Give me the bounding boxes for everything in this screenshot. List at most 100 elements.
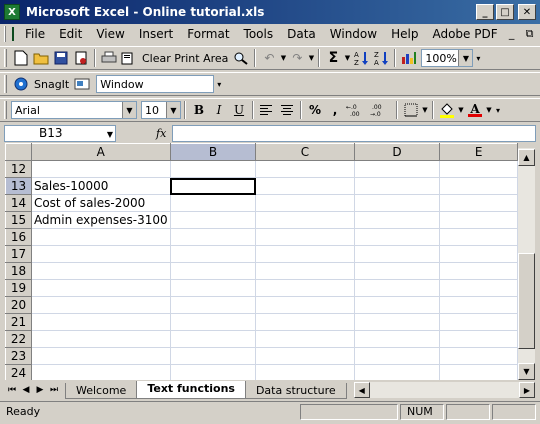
undo-icon[interactable]: ↶	[259, 48, 279, 68]
toolbar-options-icon[interactable]: ▾	[214, 74, 224, 94]
cell-d14[interactable]	[353, 194, 441, 212]
italic-button[interactable]: I	[209, 100, 229, 120]
insert-function-icon[interactable]: fx	[156, 127, 166, 140]
minimize-button[interactable]: _	[476, 4, 494, 20]
doc-restore-button[interactable]: ⧉	[523, 27, 537, 41]
prev-sheet-icon[interactable]: ◀	[19, 382, 33, 398]
save-icon[interactable]	[51, 48, 71, 68]
cell-d17[interactable]	[353, 245, 441, 263]
cell-e23[interactable]	[439, 347, 518, 365]
cell-e16[interactable]	[439, 228, 518, 246]
cell-e13[interactable]	[439, 177, 518, 195]
first-sheet-icon[interactable]: ⏮	[5, 382, 19, 398]
menu-edit[interactable]: Edit	[52, 27, 89, 41]
font-color-dropdown-icon[interactable]: ▼	[485, 100, 493, 120]
column-header-c[interactable]: C	[255, 143, 355, 161]
cell-a16[interactable]	[30, 228, 171, 246]
menu-data[interactable]: Data	[280, 27, 323, 41]
cell-b14[interactable]	[169, 194, 257, 212]
cell-b18[interactable]	[169, 262, 257, 280]
cell-b23[interactable]	[169, 347, 257, 365]
menu-view[interactable]: View	[89, 27, 131, 41]
cell-e21[interactable]	[439, 313, 518, 331]
cell-a19[interactable]	[30, 279, 171, 297]
redo-dropdown-icon[interactable]: ▼	[307, 48, 315, 68]
toolbar-grip[interactable]	[4, 26, 6, 42]
name-box[interactable]: B13 ▼	[4, 125, 116, 142]
cell-a18[interactable]	[30, 262, 171, 280]
row-header[interactable]: 17	[5, 245, 32, 263]
scroll-left-icon[interactable]: ◀	[353, 382, 370, 398]
cell-c22[interactable]	[255, 330, 355, 348]
row-header[interactable]: 24	[5, 364, 32, 380]
cell-e20[interactable]	[439, 296, 518, 314]
doc-minimize-button[interactable]: _	[505, 27, 519, 41]
select-all-corner[interactable]	[5, 143, 32, 161]
active-cell-b13[interactable]	[169, 177, 257, 195]
menu-format[interactable]: Format	[180, 27, 236, 41]
last-sheet-icon[interactable]: ⏭	[47, 382, 61, 398]
cell-b22[interactable]	[169, 330, 257, 348]
decrease-decimal-button[interactable]: .00 →.0	[369, 100, 393, 120]
cell-d23[interactable]	[353, 347, 441, 365]
sheet-tab-text-functions[interactable]: Text functions	[136, 381, 246, 399]
sheet-tab-welcome[interactable]: Welcome	[65, 383, 138, 399]
cell-b12[interactable]	[169, 160, 257, 178]
cell-a12[interactable]	[30, 160, 171, 178]
menu-insert[interactable]: Insert	[132, 27, 180, 41]
cell-d20[interactable]	[353, 296, 441, 314]
cell-c20[interactable]	[255, 296, 355, 314]
row-header[interactable]: 15	[5, 211, 32, 229]
percent-style-button[interactable]: %	[305, 100, 325, 120]
cell-e24[interactable]	[439, 364, 518, 380]
toolbar-options-icon[interactable]: ▾	[473, 48, 483, 68]
sheet-tab-data-structure[interactable]: Data structure	[244, 383, 347, 399]
cell-e12[interactable]	[439, 160, 518, 178]
scroll-down-icon[interactable]: ▼	[518, 363, 535, 380]
scroll-up-icon[interactable]: ▲	[518, 149, 535, 166]
chevron-down-icon[interactable]: ▼	[122, 102, 136, 118]
magnifier-icon[interactable]	[231, 48, 251, 68]
cell-a21[interactable]	[30, 313, 171, 331]
cell-c13[interactable]	[255, 177, 355, 195]
autosum-icon[interactable]: Σ	[323, 48, 343, 68]
cell-c21[interactable]	[255, 313, 355, 331]
clear-print-area-button[interactable]: Clear Print Area	[139, 52, 231, 65]
cell-d22[interactable]	[353, 330, 441, 348]
align-left-icon[interactable]	[257, 100, 277, 120]
toolbar-options-icon[interactable]: ▾	[493, 100, 503, 120]
cell-a22[interactable]	[30, 330, 171, 348]
fill-color-dropdown-icon[interactable]: ▼	[457, 100, 465, 120]
cell-d16[interactable]	[353, 228, 441, 246]
print-icon[interactable]	[99, 48, 119, 68]
cell-e17[interactable]	[439, 245, 518, 263]
vertical-scrollbar[interactable]: ▲ ▼	[518, 143, 535, 380]
cell-c23[interactable]	[255, 347, 355, 365]
cell-d24[interactable]	[353, 364, 441, 380]
menu-adobe-pdf[interactable]: Adobe PDF	[425, 27, 504, 41]
new-document-icon[interactable]	[11, 48, 31, 68]
cell-a23[interactable]	[30, 347, 171, 365]
cell-b21[interactable]	[169, 313, 257, 331]
row-header[interactable]: 20	[5, 296, 32, 314]
menu-tools[interactable]: Tools	[237, 27, 281, 41]
cell-c24[interactable]	[255, 364, 355, 380]
column-header-a[interactable]: A	[30, 143, 171, 161]
snagit-button[interactable]: SnagIt	[31, 78, 72, 91]
underline-button[interactable]: U	[229, 100, 249, 120]
borders-icon[interactable]	[401, 100, 421, 120]
cell-c16[interactable]	[255, 228, 355, 246]
sort-descending-icon[interactable]: ZA	[371, 48, 391, 68]
undo-dropdown-icon[interactable]: ▼	[279, 48, 287, 68]
redo-icon[interactable]: ↷	[287, 48, 307, 68]
font-size-select[interactable]: 10 ▼	[141, 101, 181, 119]
workbook-icon[interactable]	[12, 27, 14, 41]
chart-wizard-icon[interactable]	[399, 48, 419, 68]
increase-decimal-button[interactable]: ←.0.00	[345, 100, 369, 120]
sort-ascending-icon[interactable]: AZ	[351, 48, 371, 68]
chevron-down-icon[interactable]: ▼	[107, 127, 113, 142]
cell-e14[interactable]	[439, 194, 518, 212]
zoom-select[interactable]: 100% ▼	[421, 49, 474, 67]
cell-e15[interactable]	[439, 211, 518, 229]
row-header[interactable]: 22	[5, 330, 32, 348]
